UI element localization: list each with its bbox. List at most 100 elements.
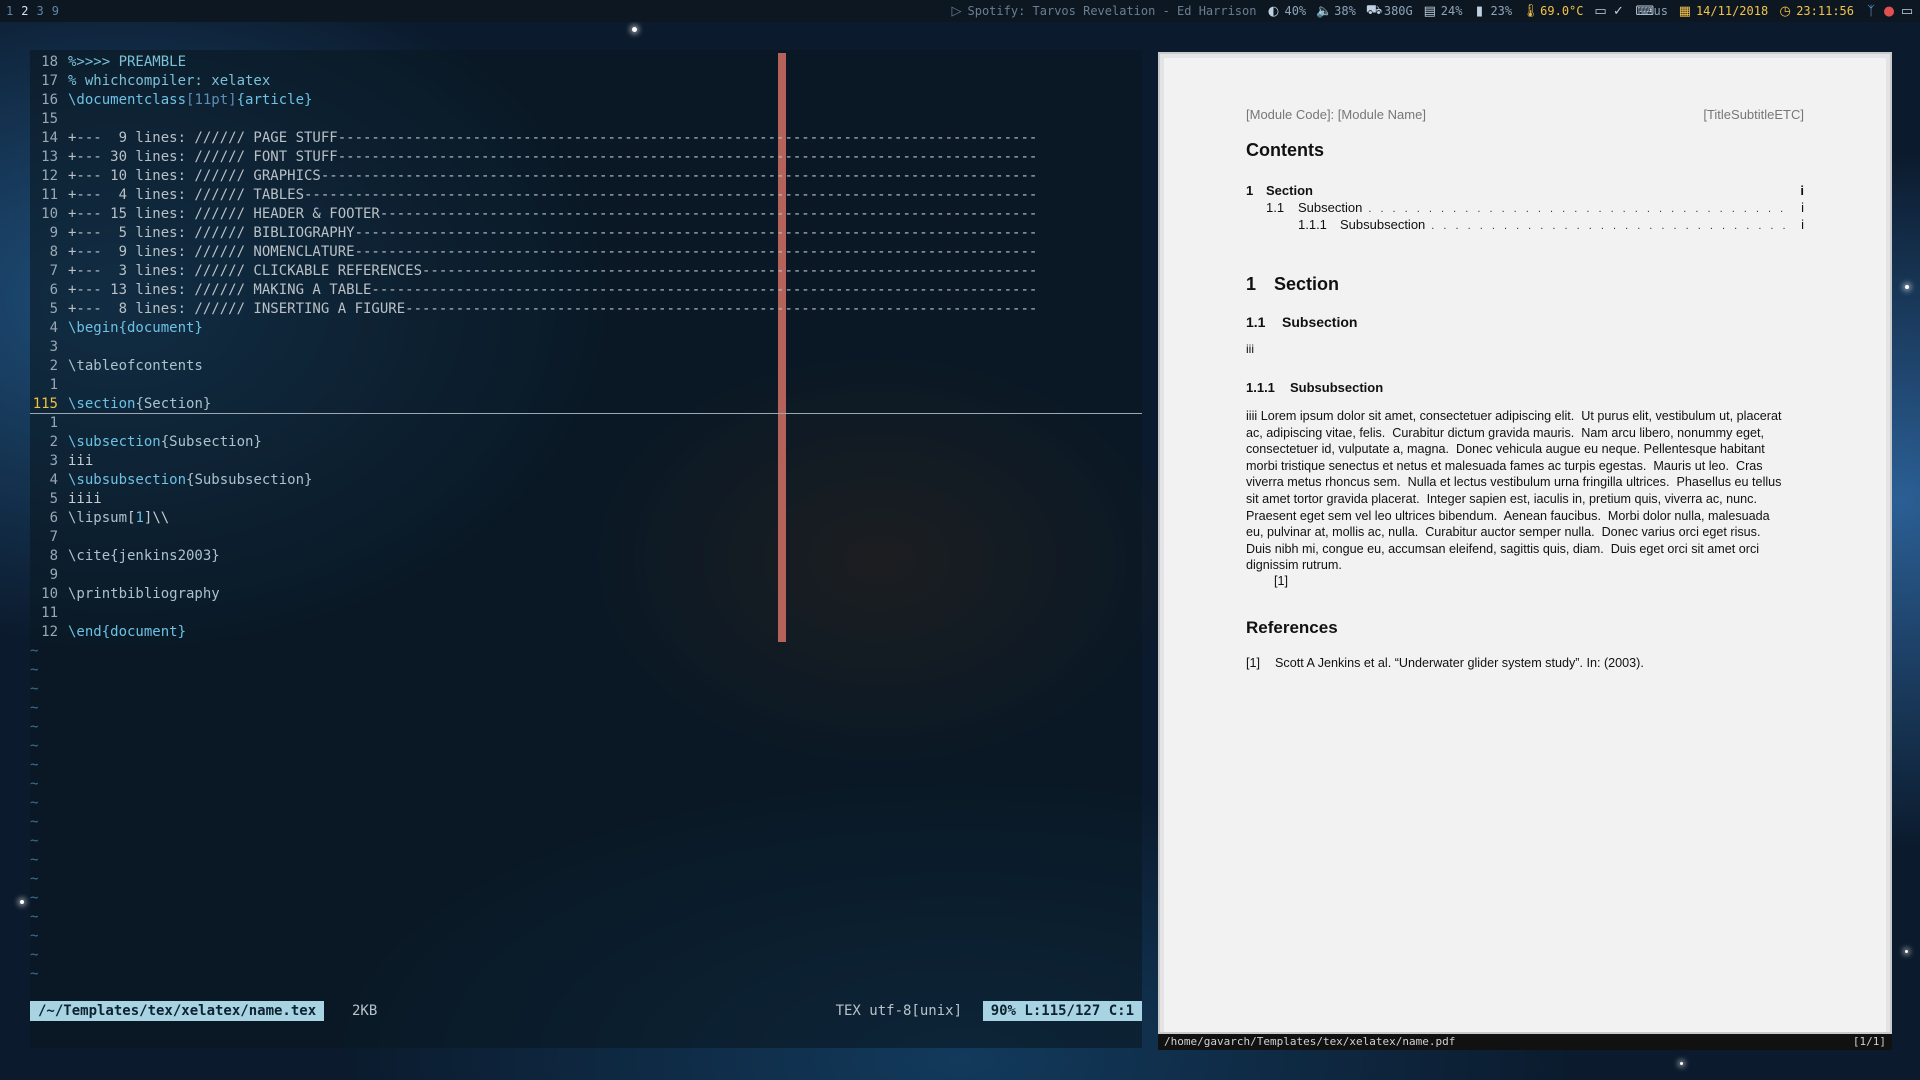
empty-buffer-line: ~	[30, 946, 1142, 965]
cpu-widget: ▮ 23%	[1472, 4, 1512, 19]
code-token: \section	[68, 396, 136, 412]
empty-buffer-line: ~	[30, 775, 1142, 794]
toc-leader-dots: . . . . . . . . . . . . . . . . . . . . …	[1431, 220, 1790, 232]
editor-line[interactable]: 12 +--- 10 lines: ////// GRAPHICS--------…	[30, 167, 1142, 186]
line-number: 6	[49, 282, 58, 298]
editor-lines[interactable]: 18 %>>>> PREAMBLE 17% whichcompiler: xelat…	[30, 53, 1142, 984]
top-status-bar: 1 2 3 9 ▷ Spotify: Tarvos Revelation - E…	[0, 0, 1920, 22]
code-token: {article}	[236, 92, 313, 108]
bluetooth-icon[interactable]: ᛉ	[1864, 4, 1878, 19]
code-token: +--- 4 lines: ////// TABLES-------------…	[68, 187, 1038, 203]
editor-line[interactable]: 10 \printbibliography	[30, 585, 1142, 604]
editor-line[interactable]: 3	[30, 338, 1142, 357]
star-decoration	[632, 27, 637, 32]
citation[interactable]: [1]	[1274, 574, 1288, 588]
editor-line[interactable]: 1	[30, 376, 1142, 395]
empty-buffer-line: ~	[30, 718, 1142, 737]
editor-line[interactable]: 12 \end{document}	[30, 623, 1142, 642]
subsection-body: iii	[1246, 342, 1254, 356]
empty-buffer-line: ~	[30, 680, 1142, 699]
editor-line[interactable]: 4 \subsubsection{Subsubsection}	[30, 471, 1142, 490]
time-value: 23:11:56	[1796, 4, 1854, 18]
editor-line[interactable]: 11	[30, 604, 1142, 623]
keyboard-widget[interactable]: ⌨ us	[1636, 4, 1668, 19]
line-code: \documentclass[11pt]{article}	[58, 91, 312, 110]
pdf-page[interactable]: [Module Code]: [Module Name] [TitleSubti…	[1164, 58, 1886, 1032]
temperature-value: 69.0°C	[1540, 4, 1584, 18]
code-token: {Subsection}	[160, 434, 262, 450]
line-code: +--- 15 lines: ////// HEADER & FOOTER---…	[58, 205, 1037, 224]
line-number: 6	[49, 510, 58, 526]
line-number: 9	[49, 225, 58, 241]
line-number: 7	[49, 263, 58, 279]
workspace-1[interactable]: 1	[6, 4, 13, 18]
line-code: % whichcompiler: xelatex	[58, 72, 270, 91]
editor-line[interactable]: 5 +--- 8 lines: ////// INSERTING A FIGURE…	[30, 300, 1142, 319]
tilde-marker: ~	[30, 738, 39, 754]
line-code: \printbibliography	[58, 585, 220, 604]
editor-line[interactable]: 17 % whichcompiler: xelatex	[30, 72, 1142, 91]
date-widget: ▦ 14/11/2018	[1678, 4, 1768, 19]
editor-line[interactable]: 15	[30, 110, 1142, 129]
paragraph-line: morbi tristique senectus et netus et mal…	[1246, 458, 1763, 473]
alert-icon[interactable]: ●	[1882, 4, 1896, 19]
empty-buffer-line: ~	[30, 756, 1142, 775]
editor-line[interactable]: 1	[30, 414, 1142, 433]
editor-line[interactable]: 9	[30, 566, 1142, 585]
editor-line[interactable]: 6 \lipsum[1]\\	[30, 509, 1142, 528]
line-code: +--- 30 lines: ////// FONT STUFF--------…	[58, 148, 1037, 167]
editor-line[interactable]: 4 \begin{document}	[30, 319, 1142, 338]
editor-line[interactable]: 11 +--- 4 lines: ////// TABLES-----------…	[30, 186, 1142, 205]
editor-line[interactable]: 7	[30, 528, 1142, 547]
editor-line[interactable]: 8 \cite{jenkins2003}	[30, 547, 1142, 566]
references-heading: References	[1246, 618, 1338, 637]
subsubsection-number: 1.1.1	[1246, 380, 1275, 395]
disk-icon: ⛟	[1365, 2, 1383, 18]
editor-line[interactable]: 8 +--- 9 lines: ////// NOMENCLATURE------…	[30, 243, 1142, 262]
line-number: 10	[41, 586, 58, 602]
volume-widget[interactable]: 🔈 38%	[1316, 4, 1356, 19]
tilde-marker: ~	[30, 909, 39, 925]
toc-entry-subsection[interactable]: 1.1 Subsection . . . . . . . . . . . . .…	[1266, 200, 1804, 215]
spotify-widget[interactable]: ▷ Spotify: Tarvos Revelation - Ed Harris…	[950, 4, 1257, 19]
editor-line[interactable]: 3 iii	[30, 452, 1142, 471]
star-decoration	[1680, 1062, 1683, 1065]
editor-line[interactable]: 6 +--- 13 lines: ////// MAKING A TABLE---…	[30, 281, 1142, 300]
star-decoration	[1905, 285, 1909, 289]
workspace-3[interactable]: 3	[36, 4, 43, 18]
reference-label: [1]	[1246, 656, 1261, 670]
section-heading: 1 Section	[1246, 274, 1339, 295]
empty-buffer-line: ~	[30, 851, 1142, 870]
editor-line[interactable]: 5 iiii	[30, 490, 1142, 509]
editor-line[interactable]: 16 \documentclass[11pt]{article}	[30, 91, 1142, 110]
editor-line[interactable]: 18 %>>>> PREAMBLE	[30, 53, 1142, 72]
toc-entry-section[interactable]: 1 Section i	[1246, 183, 1804, 198]
workspace-9[interactable]: 9	[52, 4, 59, 18]
editor-cursor-line[interactable]: 115 \section{Section}	[30, 395, 1142, 414]
tilde-marker: ~	[30, 852, 39, 868]
editor-line[interactable]: 14 +--- 9 lines: ////// PAGE STUFF-------…	[30, 129, 1142, 148]
brightness-widget[interactable]: ◐ 40%	[1266, 4, 1306, 19]
toc-number: 1.1.1	[1298, 217, 1327, 232]
line-number: 11	[41, 605, 58, 621]
code-token: +--- 8 lines: ////// INSERTING A FIGURE-…	[68, 301, 1038, 317]
workspace-2[interactable]: 2	[21, 4, 28, 18]
pdf-viewer-window[interactable]: [Module Code]: [Module Name] [TitleSubti…	[1158, 52, 1892, 1034]
empty-buffer-line: ~	[30, 908, 1142, 927]
editor-line[interactable]: 10 +--- 15 lines: ////// HEADER & FOOTER-…	[30, 205, 1142, 224]
toc-number: 1	[1246, 183, 1254, 198]
vim-editor-window[interactable]: 18 %>>>> PREAMBLE 17% whichcompiler: xelat…	[30, 50, 1142, 1048]
editor-line[interactable]: 2 \tableofcontents	[30, 357, 1142, 376]
editor-line[interactable]: 2 \subsection{Subsection}	[30, 433, 1142, 452]
workspace-list: 1 2 3 9	[0, 4, 59, 18]
paragraph-line: viverra metus rhoncus sem. Nulla et lect…	[1246, 475, 1782, 490]
toc-entry-subsubsection[interactable]: 1.1.1 Subsubsection . . . . . . . . . . …	[1298, 217, 1804, 232]
editor-line[interactable]: 13 +--- 30 lines: ////// FONT STUFF------…	[30, 148, 1142, 167]
clipboard-icon[interactable]: ▭	[1900, 4, 1914, 19]
editor-line[interactable]: 9 +--- 5 lines: ////// BIBLIOGRAPHY------…	[30, 224, 1142, 243]
editor-line[interactable]: 7 +--- 3 lines: ////// CLICKABLE REFERENC…	[30, 262, 1142, 281]
date-value: 14/11/2018	[1695, 4, 1769, 18]
tilde-marker: ~	[30, 890, 39, 906]
empty-buffer-line: ~	[30, 794, 1142, 813]
